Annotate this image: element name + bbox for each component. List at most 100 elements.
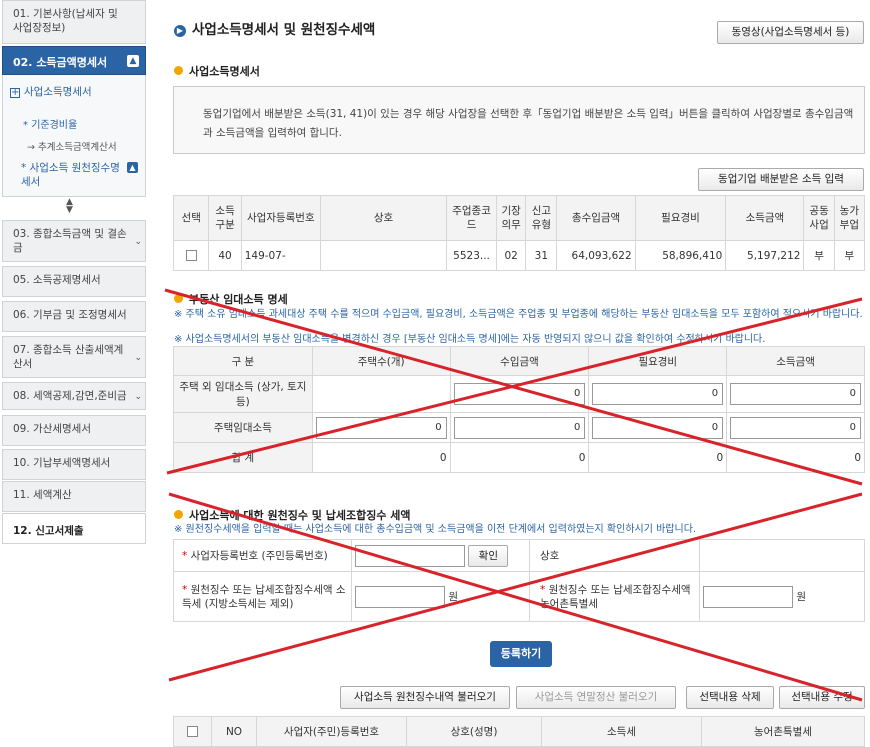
sidebar-item-donation[interactable]: 06. 기부금 및 조정명세서	[2, 301, 146, 332]
sidebar-item-prepaid[interactable]: 10. 기납부세액명세서	[2, 449, 146, 480]
note-rental-2: ※ 사업소득명세서의 부동산 임대소득을 변경하신 경우 [부동산 임대소득 명…	[174, 334, 766, 345]
sidebar-submenu: + 사업소득명세서 * 기준경비율 → 추계소득금액계산서 * 사업소득 원천징수…	[2, 75, 146, 197]
col-expense: 필요경비	[634, 195, 727, 241]
edit-selection-button[interactable]: 선택내용 수정	[779, 686, 865, 709]
business-income-table: 선택 소득구분 사업자등록번호 상호 주업종코드 기장의무 신고유형 총수입금액…	[172, 195, 866, 271]
confirm-button[interactable]: 확인	[468, 544, 509, 567]
bizno-input[interactable]	[355, 544, 465, 567]
submenu-standard-rate[interactable]: * 기준경비율	[23, 116, 77, 131]
sidebar-item-submit[interactable]: 12. 신고서제출	[2, 513, 146, 544]
section-rental: 부동산 임대소득 명세	[174, 291, 288, 307]
plus-icon: +	[10, 87, 20, 98]
sidebar-item-label: 02. 소득금액명세서	[13, 56, 108, 69]
cell-bookkeeping: 02	[496, 240, 527, 271]
load-withholding-button[interactable]: 사업소득 원천징수내역 불러오기	[340, 686, 510, 709]
sidebar-item-deduction[interactable]: 05. 소득공제명세서	[2, 266, 146, 297]
info-box: 동업기업에서 배분받은 소득(31, 41)이 있는 경우 해당 사업장을 선택…	[173, 86, 865, 154]
sidebar-item-tax-calc[interactable]: 07. 종합소득 산출세액계산서 ⌄	[2, 336, 146, 378]
col-bookkeeping: 기장의무	[496, 195, 527, 241]
section-withholding: 사업소득에 대한 원천징수 및 납세조합징수 세액	[174, 507, 411, 523]
bizno-label: * 사업자등록번호 (주민등록번호)	[173, 539, 352, 572]
col-company: 상호(성명)	[406, 716, 542, 747]
chevron-up-icon[interactable]: ▲	[127, 55, 139, 67]
total-revenue: 0	[449, 442, 590, 473]
total-expense: 0	[588, 442, 728, 473]
commercial-expense-input[interactable]: 0	[592, 383, 724, 405]
col-revenue: 수입금액	[449, 346, 590, 376]
submenu-withholding[interactable]: * 사업소득 원천징수명세서	[21, 161, 121, 189]
sidebar-item-credit[interactable]: 08. 세액공제,감면,준비금 ⌄	[2, 382, 146, 410]
row-checkbox[interactable]	[185, 250, 197, 261]
col-no: NO	[211, 716, 257, 747]
won-unit: 원	[448, 590, 459, 603]
house-expense-input[interactable]: 0	[592, 416, 724, 439]
register-button[interactable]: 등록하기	[490, 641, 552, 667]
submenu-business-income[interactable]: + 사업소득명세서	[10, 84, 92, 99]
video-button[interactable]: 동영상(사업소득명세서 등)	[717, 21, 864, 44]
house-count-input[interactable]: 0	[315, 416, 447, 439]
bullet-icon	[174, 294, 183, 303]
row-commercial-label: 주택 외 임대소득 (상가, 토지 등)	[173, 375, 313, 413]
cell-report-type: 31	[525, 240, 558, 271]
partner-income-button[interactable]: 동업기업 배분받은 소득 입력	[698, 168, 864, 191]
col-expense: 필요경비	[588, 346, 728, 376]
col-bizno: 사업자등록번호	[240, 195, 321, 241]
bullet-icon	[174, 66, 183, 75]
section-business-income: 사업소득명세서	[174, 63, 260, 79]
cell-farm: 부	[833, 240, 866, 271]
col-company: 상호	[319, 195, 448, 241]
chevron-down-icon: ⌄	[134, 353, 142, 363]
house-income-input[interactable]: 0	[730, 416, 861, 439]
cell-income: 5,197,212	[725, 240, 805, 271]
col-income: 소득금액	[725, 195, 805, 241]
sidebar-item-total-income[interactable]: 03. 종합소득금액 및 결손금 ⌄	[2, 220, 146, 262]
cell-type: 40	[208, 240, 242, 271]
row-house-label: 주택임대소득	[173, 412, 313, 443]
company-label: 상호	[529, 539, 700, 572]
sidebar-item-penalty[interactable]: 09. 가산세명세서	[2, 415, 146, 446]
col-select: 선택	[172, 195, 210, 241]
table-row[interactable]: 40 149-07- 5523... 02 31 64,093,622 58,8…	[172, 240, 866, 271]
total-count: 0	[311, 442, 451, 473]
delete-selection-button[interactable]: 선택내용 삭제	[686, 686, 774, 709]
cell-company	[319, 240, 448, 271]
total-income: 0	[726, 442, 865, 473]
col-type: 소득구분	[208, 195, 242, 241]
chevron-up-icon[interactable]: ▲	[127, 162, 138, 173]
note-withholding: ※ 원천징수세액을 입력할 때는 사업소득에 대한 총수입금액 및 소득금액을 …	[174, 524, 697, 535]
withholding-form: * 사업자등록번호 (주민등록번호) 확인 상호 * 원천징수 또는 납세조합징…	[173, 539, 865, 622]
note-rental-1: ※ 주택 소유 임대소득 과세대상 주택 수를 적으며 수입금액, 필요경비, …	[174, 309, 863, 320]
house-revenue-input[interactable]: 0	[453, 416, 586, 439]
submenu-estimate[interactable]: → 추계소득금액계산서	[27, 139, 117, 153]
col-bizno: 사업자(주민)등록번호	[256, 716, 407, 747]
commercial-income-input[interactable]: 0	[730, 383, 861, 405]
cell-industry: 5523...	[446, 240, 498, 271]
page-title: ▶ 사업소득명세서 및 원천징수세액	[174, 18, 375, 38]
farm-tax-label: * 원천징수 또는 납세조합징수세액 농어촌특별세	[529, 571, 700, 622]
cell-revenue: 64,093,622	[556, 240, 636, 271]
sidebar-item-tax-compute[interactable]: 11. 세액계산	[2, 481, 146, 512]
arrow-circle-icon: ▶	[174, 25, 186, 37]
withholding-list-table: NO 사업자(주민)등록번호 상호(성명) 소득세 농어촌특별세	[173, 716, 865, 747]
tax-label: * 원천징수 또는 납세조합징수세액 소득세 (지방소득세는 제외)	[173, 571, 352, 622]
col-report-type: 신고유형	[525, 195, 558, 241]
won-unit: 원	[796, 590, 807, 603]
chevron-down-icon: ⌄	[134, 237, 142, 247]
sidebar-item-basic[interactable]: 01. 기본사항(납세자 및 사업장정보)	[2, 0, 146, 44]
select-all-checkbox[interactable]	[187, 726, 198, 737]
col-revenue: 총수입금액	[556, 195, 636, 241]
col-joint: 공동사업	[803, 195, 835, 241]
farm-tax-input[interactable]	[703, 585, 793, 608]
col-house-count: 주택수(개)	[311, 346, 451, 376]
bullet-icon	[174, 510, 183, 519]
commercial-revenue-input[interactable]: 0	[453, 383, 586, 405]
income-tax-input[interactable]	[355, 585, 445, 608]
cell-expense: 58,896,410	[634, 240, 727, 271]
col-farm-tax: 농어촌특별세	[701, 716, 865, 747]
scroll-arrows-icon[interactable]: ▲ ▼	[66, 198, 73, 215]
col-industry: 주업종코드	[446, 195, 498, 241]
row-total-label: 합 계	[173, 442, 313, 473]
load-yearend-button[interactable]: 사업소득 연말정산 불러오기	[516, 686, 676, 709]
sidebar-item-income[interactable]: 02. 소득금액명세서 ▲	[2, 46, 146, 75]
rental-table: 구 분 주택수(개) 수입금액 필요경비 소득금액 주택 외 임대소득 (상가,…	[173, 346, 865, 473]
